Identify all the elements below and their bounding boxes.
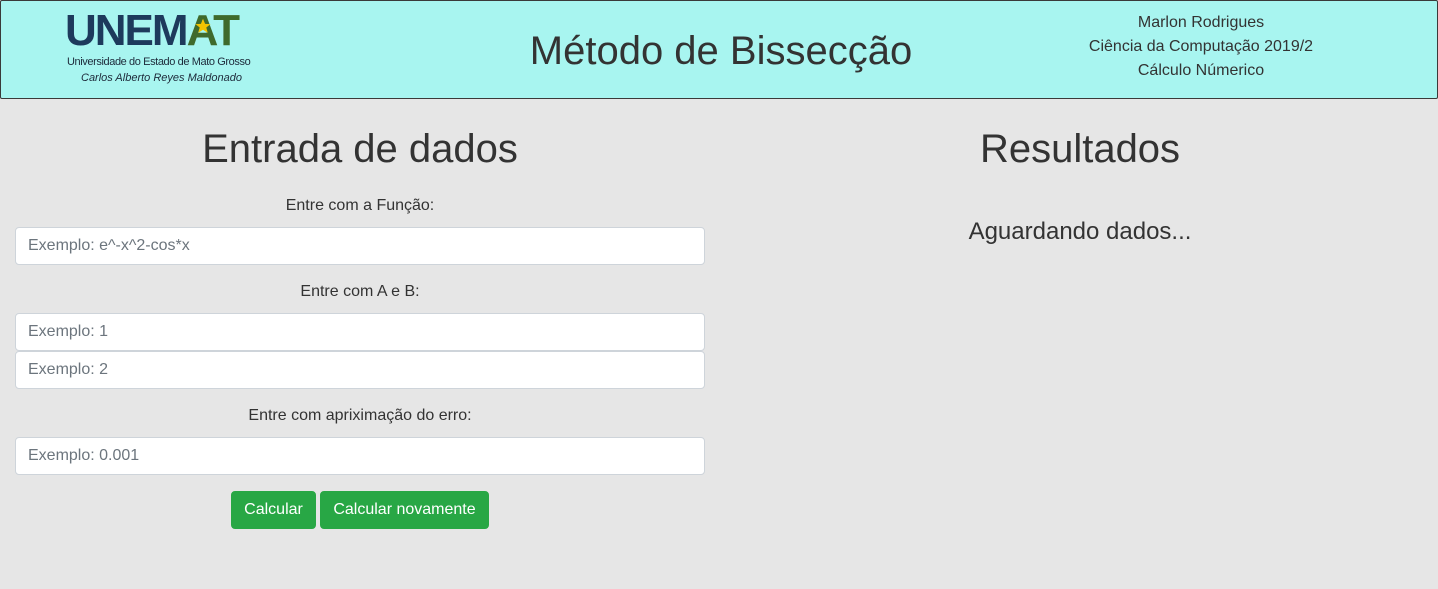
a-input[interactable] — [15, 313, 705, 351]
star-icon — [195, 18, 211, 33]
author-name: Marlon Rodrigues — [1137, 14, 1265, 31]
error-input[interactable] — [15, 437, 705, 475]
function-input[interactable] — [15, 227, 705, 265]
results-status: Aguardando dados... — [968, 218, 1192, 245]
results-section-title: Resultados — [979, 127, 1181, 171]
function-label: Entre com a Função: — [285, 197, 435, 214]
calculate-button[interactable]: Calcular — [231, 491, 316, 529]
page-header: UNEMAT Universidade do Estado de Mato Gr… — [0, 0, 1438, 99]
recalculate-button[interactable]: Calcular novamente — [320, 491, 489, 529]
logo-campus-name: Carlos Alberto Reyes Maldonado — [81, 72, 243, 84]
author-info: Marlon Rodrigues Ciência da Computação 2… — [1051, 11, 1351, 83]
logo-university-name: Universidade do Estado de Mato Grosso — [67, 56, 251, 68]
b-input[interactable] — [15, 351, 705, 389]
input-section-title: Entrada de dados — [202, 127, 518, 171]
ab-label: Entre com A e B: — [300, 283, 420, 300]
logo-wordmark: UNEMAT — [65, 6, 240, 55]
page-title: Método de Bissecção — [529, 29, 913, 73]
course-name: Ciência da Computação 2019/2 — [1088, 38, 1314, 55]
unemat-logo: UNEMAT Universidade do Estado de Mato Gr… — [65, 6, 255, 89]
subject-name: Cálculo Númerico — [1137, 62, 1265, 79]
error-label: Entre com apriximação do erro: — [248, 407, 472, 424]
